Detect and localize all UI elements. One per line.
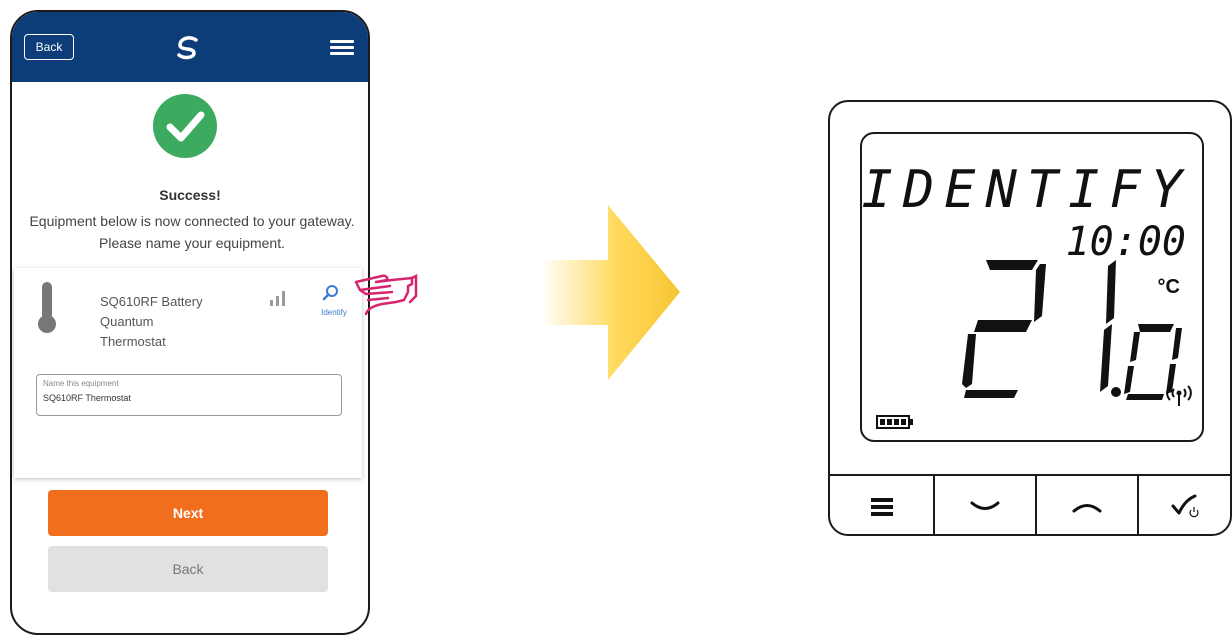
battery-full-icon (876, 415, 913, 429)
wireless-signal-icon (1166, 385, 1192, 406)
header-back-button[interactable]: Back (24, 34, 74, 60)
back-button[interactable]: Back (48, 546, 328, 592)
chevron-down-icon (970, 501, 1000, 510)
check-power-icon (1171, 494, 1199, 518)
equipment-name-field[interactable]: Name this equipment (36, 374, 342, 416)
signal-strength-icon (270, 291, 285, 306)
pointing-hand-icon (354, 273, 418, 316)
next-button[interactable]: Next (48, 490, 328, 536)
thermostat-down-button[interactable] (935, 476, 1035, 534)
chevron-up-icon (1072, 504, 1102, 513)
equipment-name-label: Name this equipment (43, 379, 119, 388)
thermostat-confirm-button[interactable] (1139, 476, 1230, 534)
success-title: Success! (159, 187, 221, 203)
equipment-name-input[interactable] (43, 393, 333, 403)
app-header: Back (12, 12, 368, 82)
thermostat-device: IDENTIFY 10:00 °C (828, 100, 1232, 536)
success-check-icon (153, 94, 217, 158)
device-name: SQ610RF Battery Quantum Thermostat (100, 294, 203, 349)
identify-search-icon[interactable] (322, 284, 340, 302)
identify-label[interactable]: Identify (310, 308, 358, 317)
menu-icon (870, 498, 893, 516)
success-description: Equipment below is now connected to your… (29, 213, 355, 251)
salus-logo-icon (177, 36, 198, 60)
lcd-display: IDENTIFY 10:00 °C (860, 132, 1204, 442)
phone-mockup: Back Success! Equipment below is now con… (10, 10, 370, 635)
temperature-unit: °C (1157, 276, 1180, 298)
thermometer-icon (38, 282, 56, 333)
hamburger-menu-icon[interactable] (330, 40, 354, 56)
equipment-card: SQ610RF Battery Quantum Thermostat Ident… (14, 268, 362, 478)
thermostat-menu-button[interactable] (830, 476, 933, 534)
display-mode-text: IDENTIFY (861, 160, 1192, 220)
right-arrow-icon (540, 205, 680, 380)
thermostat-up-button[interactable] (1037, 476, 1137, 534)
thermostat-button-row (830, 474, 1230, 534)
